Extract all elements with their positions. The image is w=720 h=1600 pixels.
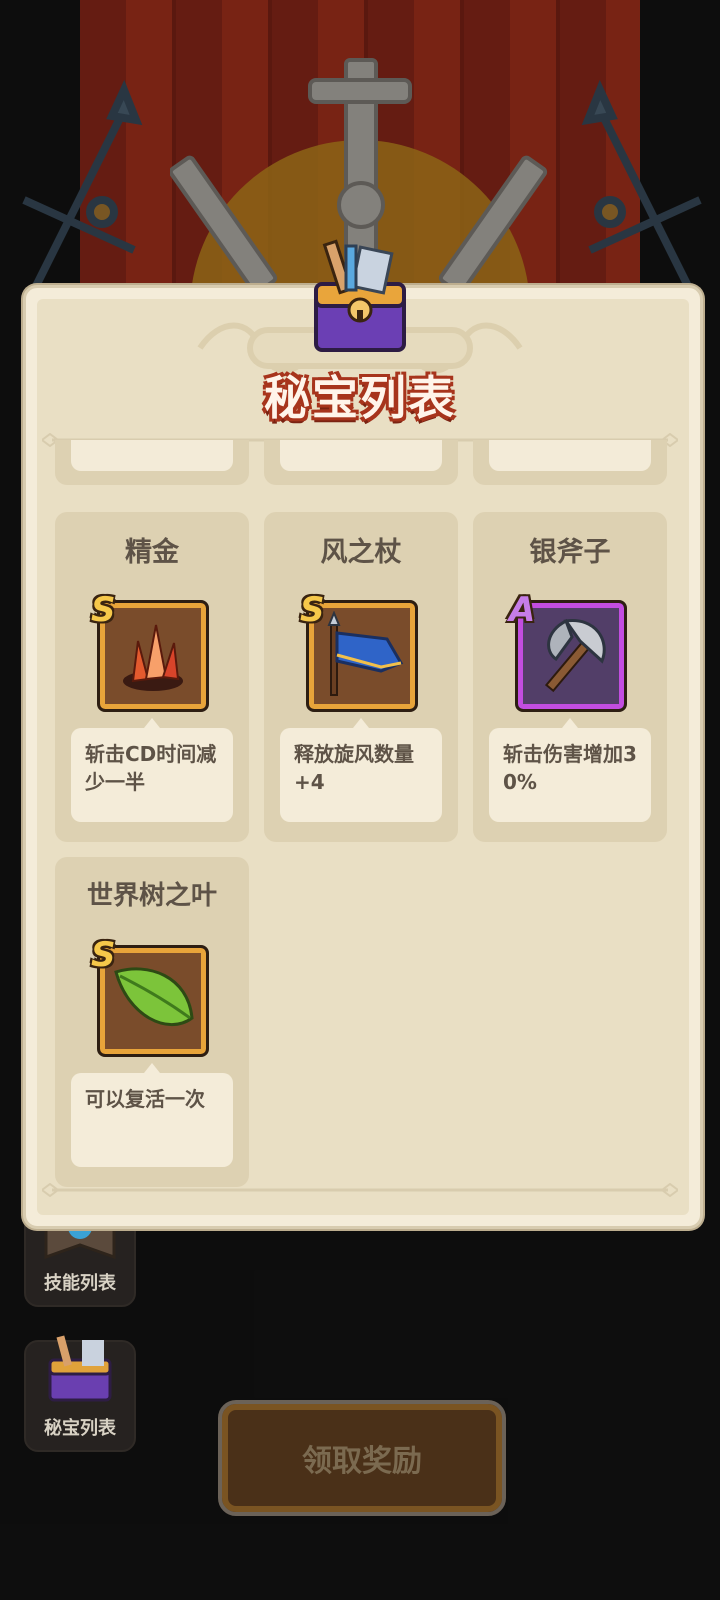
treasure-chest-icon xyxy=(314,239,406,352)
treasure-description: 释放旋风数量+4 xyxy=(280,728,442,822)
rank-badge: S xyxy=(91,935,116,975)
treasure-card[interactable]: 精金 S 斩击CD时间减少一半 xyxy=(55,512,249,842)
treasure-description: 斩击CD时间减少一半 xyxy=(71,728,233,822)
rank-badge: A xyxy=(509,590,536,630)
wind-flag-staff-icon xyxy=(327,611,404,696)
skill-list-label: 技能列表 xyxy=(44,1273,116,1294)
treasure-name: 世界树之叶 xyxy=(86,881,217,911)
treasure-card[interactable]: 风之杖 S 释放旋风数量+4 xyxy=(264,512,458,842)
rank-badge: S xyxy=(91,590,116,630)
treasure-list-label: 秘宝列表 xyxy=(44,1418,116,1439)
desc-pointer xyxy=(562,718,578,728)
divider-bottom xyxy=(42,1183,678,1197)
treasure-name: 银斧子 xyxy=(529,537,611,568)
claim-reward-button[interactable]: 领取奖励 xyxy=(218,1400,506,1516)
rank-badge: S xyxy=(300,590,325,630)
treasure-card[interactable]: 世界树之叶 S 可以复活一次 xyxy=(55,857,249,1187)
panel-title: 秘宝列表 xyxy=(264,371,456,425)
treasure-name: 精金 xyxy=(125,537,179,568)
desc-pointer xyxy=(353,718,369,728)
claim-reward-label: 领取奖励 xyxy=(302,1444,422,1479)
treasure-name: 风之杖 xyxy=(320,537,402,568)
card-stub xyxy=(55,440,249,485)
treasure-description: 可以复活一次 xyxy=(71,1073,233,1167)
green-leaf-icon xyxy=(114,967,194,1027)
treasure-list-button[interactable]: 秘宝列表 xyxy=(24,1335,136,1452)
treasure-description: 斩击伤害增加30% xyxy=(489,728,651,822)
treasure-card[interactable]: 银斧子 A 斩击伤害增加30% xyxy=(473,512,667,842)
card-stub xyxy=(473,440,667,485)
crystal-icon xyxy=(123,624,183,691)
treasure-chest-icon xyxy=(48,1335,112,1402)
desc-pointer xyxy=(144,1063,160,1073)
silver-axe-icon xyxy=(544,618,606,693)
desc-pointer xyxy=(144,718,160,728)
card-stub xyxy=(264,440,458,485)
